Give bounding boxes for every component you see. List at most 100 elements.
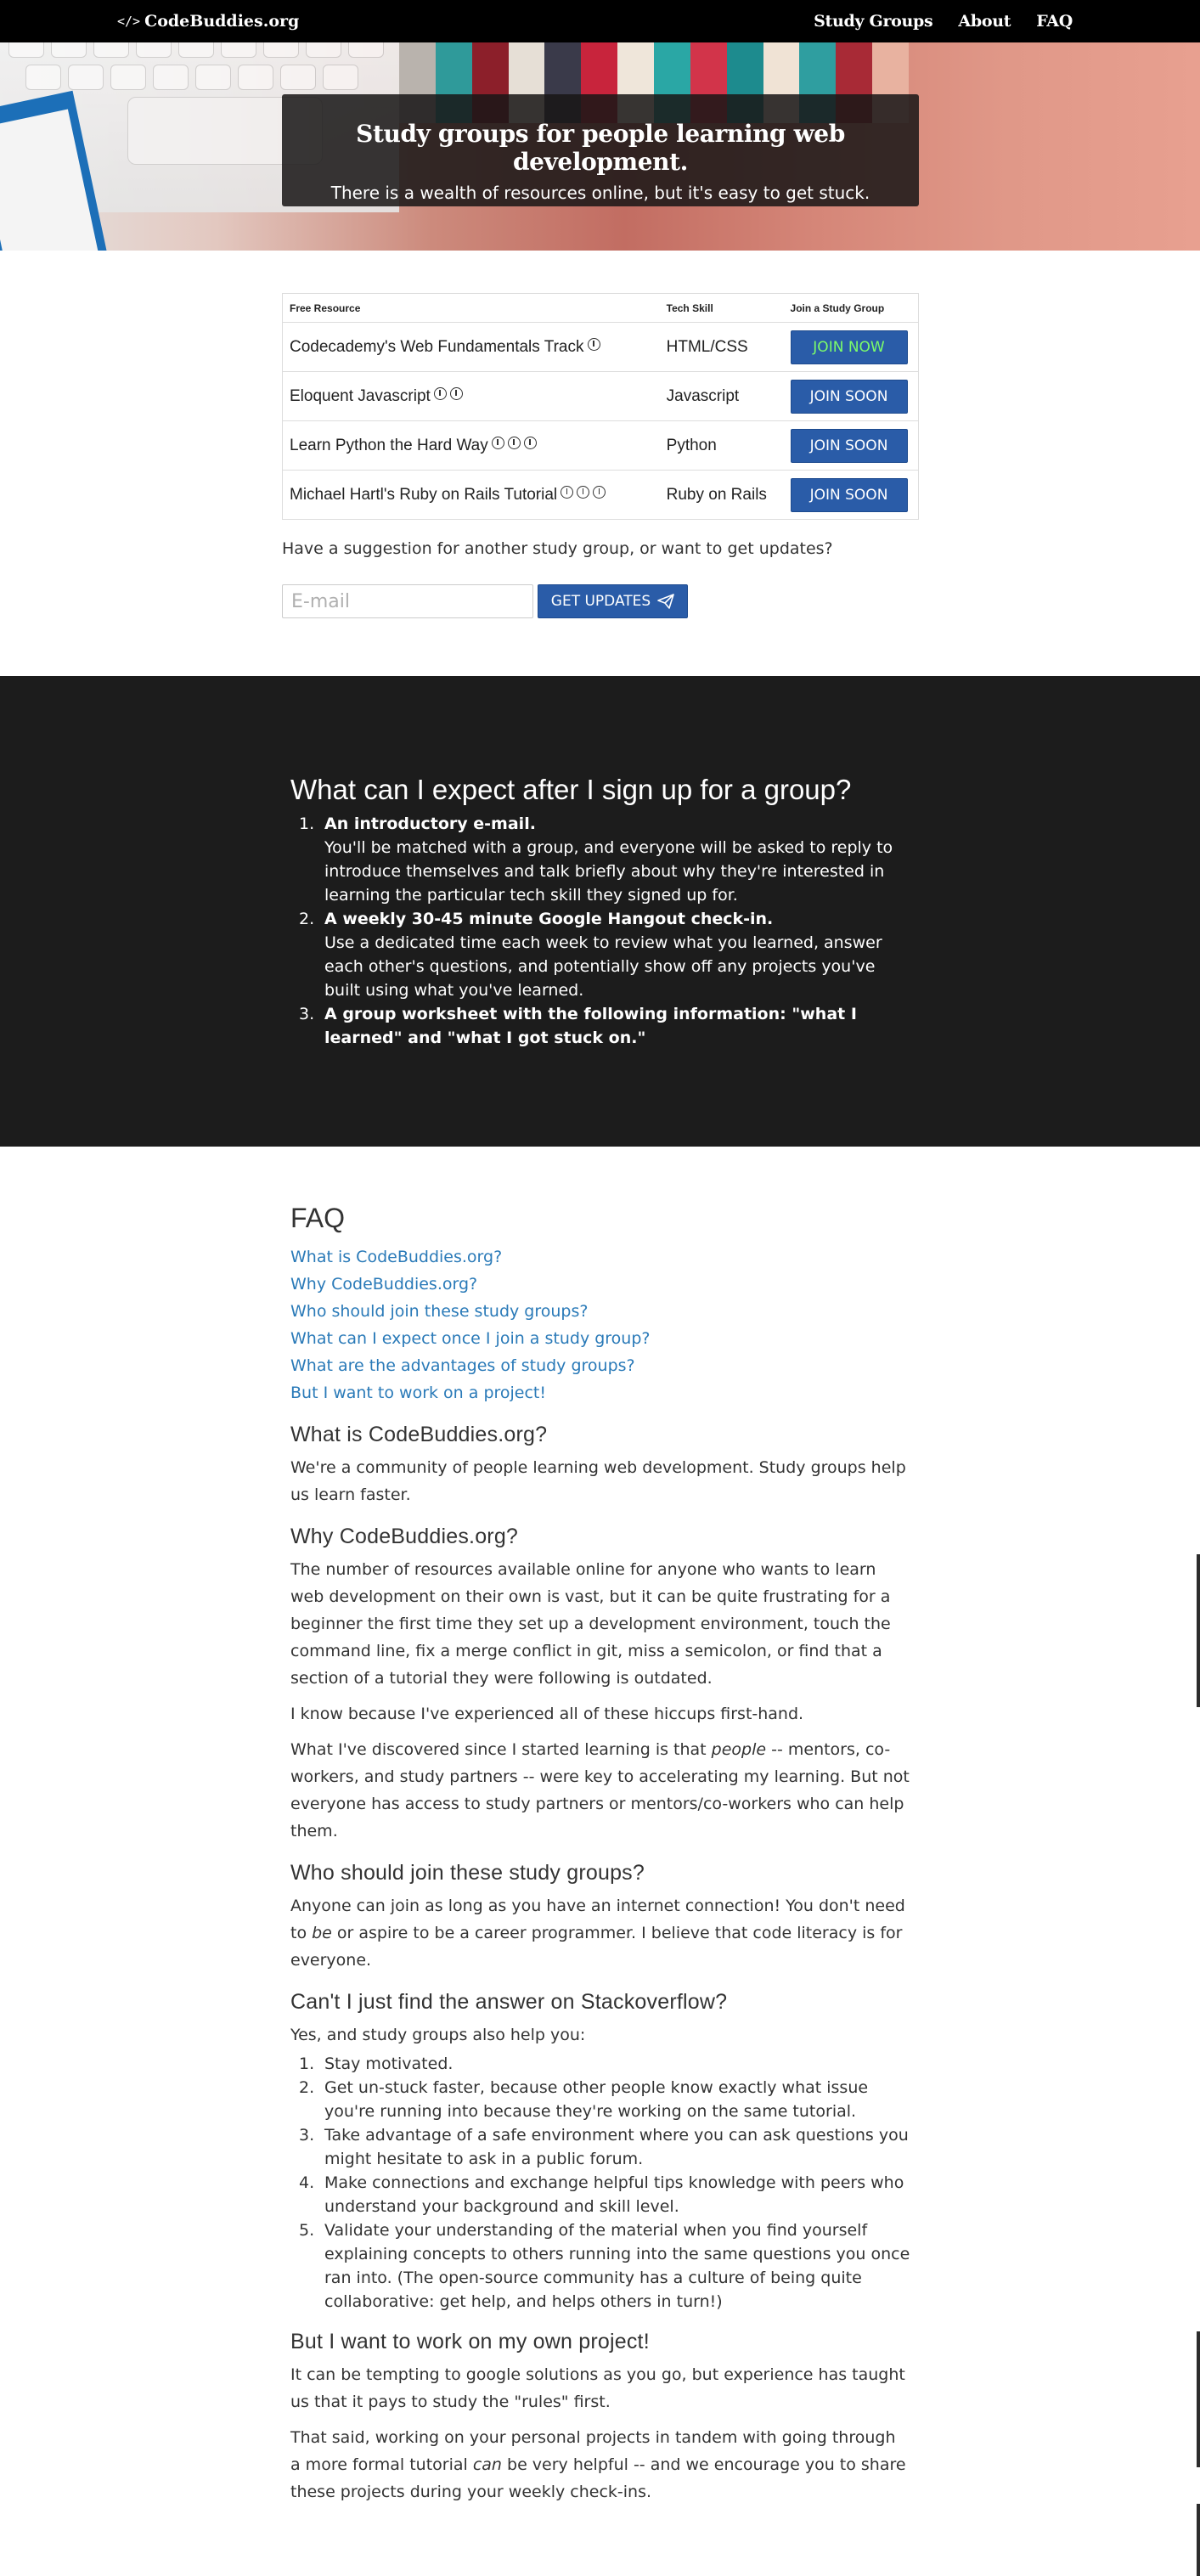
column-header-join: Join a Study Group: [783, 293, 919, 323]
scroll-indicator: [1197, 2331, 1200, 2467]
expect-section: What can I expect after I sign up for a …: [0, 676, 1200, 1147]
faq-section: FAQ What is CodeBuddies.org? Why CodeBud…: [290, 1198, 910, 2514]
join-soon-button[interactable]: JOIN SOON: [790, 379, 908, 414]
faq-answer-why-3: What I've discovered since I started lea…: [290, 1740, 910, 1840]
list-item: But I want to work on a project!: [290, 1379, 910, 1406]
skill-cell: HTML/CSS: [659, 322, 784, 372]
table-row: Codecademy's Web Fundamentals Track HTML…: [282, 322, 919, 372]
info-circle-icon[interactable]: [523, 436, 537, 449]
faq-question-stackoverflow: Can't I just find the answer on Stackove…: [290, 1990, 728, 2014]
column-header-skill: Tech Skill: [659, 293, 784, 323]
resource-cell: Eloquent Javascript: [282, 371, 660, 421]
join-cell: JOIN SOON: [783, 470, 919, 520]
resource-name: Codecademy's Web Fundamentals Track: [290, 337, 584, 356]
email-input[interactable]: [282, 584, 533, 618]
faq-question-why: Why CodeBuddies.org?: [290, 1525, 519, 1548]
list-item: 5. Validate your understanding of the mat…: [299, 2221, 910, 2311]
faq-answer-what: We're a community of people learning web…: [290, 1458, 906, 1504]
hero-subtitle: There is a wealth of resources online, b…: [330, 183, 870, 203]
expect-item-body: Use a dedicated time each week to review…: [324, 933, 882, 1000]
list-item: 2. Get un-stuck faster, because other peo…: [299, 2078, 869, 2121]
list-item: What can I expect once I join a study gr…: [290, 1325, 910, 1352]
paper-plane-icon: [657, 594, 675, 609]
resource-cell: Michael Hartl's Ruby on Rails Tutorial: [282, 470, 660, 520]
expect-item-heading: An introductory e-mail.: [324, 815, 536, 833]
list-item: 1. An introductory e-mail. You'll be mat…: [290, 812, 910, 907]
resource-name: Learn Python the Hard Way: [290, 436, 488, 454]
list-item: Who should join these study groups?: [290, 1298, 910, 1325]
faq-link-project[interactable]: But I want to work on a project!: [290, 1384, 546, 1402]
expect-item-heading: A group worksheet with the following inf…: [324, 1005, 857, 1047]
hero-caption: Study groups for people learning web dev…: [282, 94, 919, 206]
list-item: Why CodeBuddies.org?: [290, 1271, 910, 1298]
list-item: 3. A group worksheet with the following …: [290, 1002, 910, 1050]
table-row: Michael Hartl's Ruby on Rails Tutorial R…: [282, 470, 919, 520]
code-icon: </>: [117, 14, 141, 29]
list-item: 1. Stay motivated.: [299, 2055, 454, 2073]
get-updates-button[interactable]: GET UPDATES: [538, 584, 688, 618]
faq-link-expect[interactable]: What can I expect once I join a study gr…: [290, 1329, 651, 1348]
resource-cell: Codecademy's Web Fundamentals Track: [282, 322, 660, 372]
join-now-button[interactable]: JOIN NOW: [790, 330, 908, 364]
faq-question-project: But I want to work on my own project!: [290, 2330, 650, 2353]
skill-cell: Ruby on Rails: [659, 470, 784, 520]
table-header-row: Free Resource Tech Skill Join a Study Gr…: [282, 293, 919, 323]
resource-name: Michael Hartl's Ruby on Rails Tutorial: [290, 485, 558, 504]
join-cell: JOIN SOON: [783, 420, 919, 471]
list-item: 4. Make connections and exchange helpful …: [299, 2173, 904, 2216]
faq-answer-why-2: I know because I've experienced all of t…: [290, 1705, 804, 1723]
faq-answer-stackoverflow-intro: Yes, and study groups also help you:: [290, 2026, 586, 2044]
nav-link-study-groups[interactable]: Study Groups: [814, 12, 933, 31]
info-circle-icon[interactable]: [449, 386, 463, 400]
study-group-table: Free Resource Tech Skill Join a Study Gr…: [282, 293, 919, 520]
info-circle-icon[interactable]: [593, 485, 606, 499]
faq-link-advantages[interactable]: What are the advantages of study groups?: [290, 1356, 635, 1375]
expect-list: 1. An introductory e-mail. You'll be mat…: [290, 812, 910, 1050]
faq-answer-project-1: It can be tempting to google solutions a…: [290, 2365, 905, 2411]
resource-name: Eloquent Javascript: [290, 386, 431, 405]
navbar: </> CodeBuddies.org Study Groups About F…: [0, 0, 1200, 42]
expect-item-body: You'll be matched with a group, and ever…: [324, 838, 893, 905]
skill-cell: Javascript: [659, 371, 784, 421]
faq-question-who: Who should join these study groups?: [290, 1861, 645, 1885]
info-circle-icon[interactable]: [561, 485, 574, 499]
join-soon-button[interactable]: JOIN SOON: [790, 428, 908, 463]
list-item: 3. Take advantage of a safe environment w…: [299, 2126, 909, 2168]
nav-link-faq[interactable]: FAQ: [1036, 12, 1073, 31]
faq-question-what: What is CodeBuddies.org?: [290, 1423, 548, 1446]
table-row: Eloquent Javascript Javascript JOIN SOON: [282, 371, 919, 421]
stackoverflow-benefit-list: 1. Stay motivated. 2. Get un-stuck faster,…: [290, 2052, 910, 2314]
faq-link-who[interactable]: Who should join these study groups?: [290, 1302, 588, 1321]
scroll-indicator: [1197, 2504, 1200, 2576]
table-row: Learn Python the Hard Way Python JOIN SO…: [282, 420, 919, 471]
brand-name: CodeBuddies.org: [144, 12, 300, 31]
info-circle-icon[interactable]: [491, 436, 504, 449]
nav-links: Study Groups About FAQ: [788, 10, 1073, 32]
column-header-resource: Free Resource: [282, 293, 660, 323]
join-cell: JOIN SOON: [783, 371, 919, 421]
expect-title: What can I expect after I sign up for a …: [290, 774, 852, 805]
faq-answer-who: Anyone can join as long as you have an i…: [290, 1897, 905, 1970]
info-circle-icon[interactable]: [507, 436, 521, 449]
list-item: What is CodeBuddies.org?: [290, 1243, 910, 1271]
hero-title: Study groups for people learning web dev…: [356, 120, 845, 176]
scroll-indicator: [1197, 1554, 1200, 1707]
list-item: 2. A weekly 30-45 minute Google Hangout …: [290, 907, 910, 1002]
faq-link-what[interactable]: What is CodeBuddies.org?: [290, 1248, 502, 1266]
suggestion-prompt: Have a suggestion for another study grou…: [282, 539, 833, 558]
join-soon-button[interactable]: JOIN SOON: [790, 477, 908, 512]
join-cell: JOIN NOW: [783, 322, 919, 372]
faq-link-why[interactable]: Why CodeBuddies.org?: [290, 1275, 477, 1294]
faq-link-list: What is CodeBuddies.org? Why CodeBuddies…: [290, 1243, 910, 1406]
list-item: What are the advantages of study groups?: [290, 1352, 910, 1379]
info-circle-icon[interactable]: [577, 485, 590, 499]
hero-banner: Study groups for people learning web dev…: [0, 42, 1200, 251]
get-updates-label: GET UPDATES: [550, 593, 651, 610]
info-circle-icon[interactable]: [587, 337, 600, 351]
faq-answer-why-1: The number of resources available online…: [290, 1560, 891, 1688]
nav-link-about[interactable]: About: [958, 12, 1011, 31]
brand-link[interactable]: </> CodeBuddies.org: [117, 10, 299, 32]
info-circle-icon[interactable]: [433, 386, 447, 400]
faq-title: FAQ: [290, 1203, 346, 1233]
skill-cell: Python: [659, 420, 784, 471]
